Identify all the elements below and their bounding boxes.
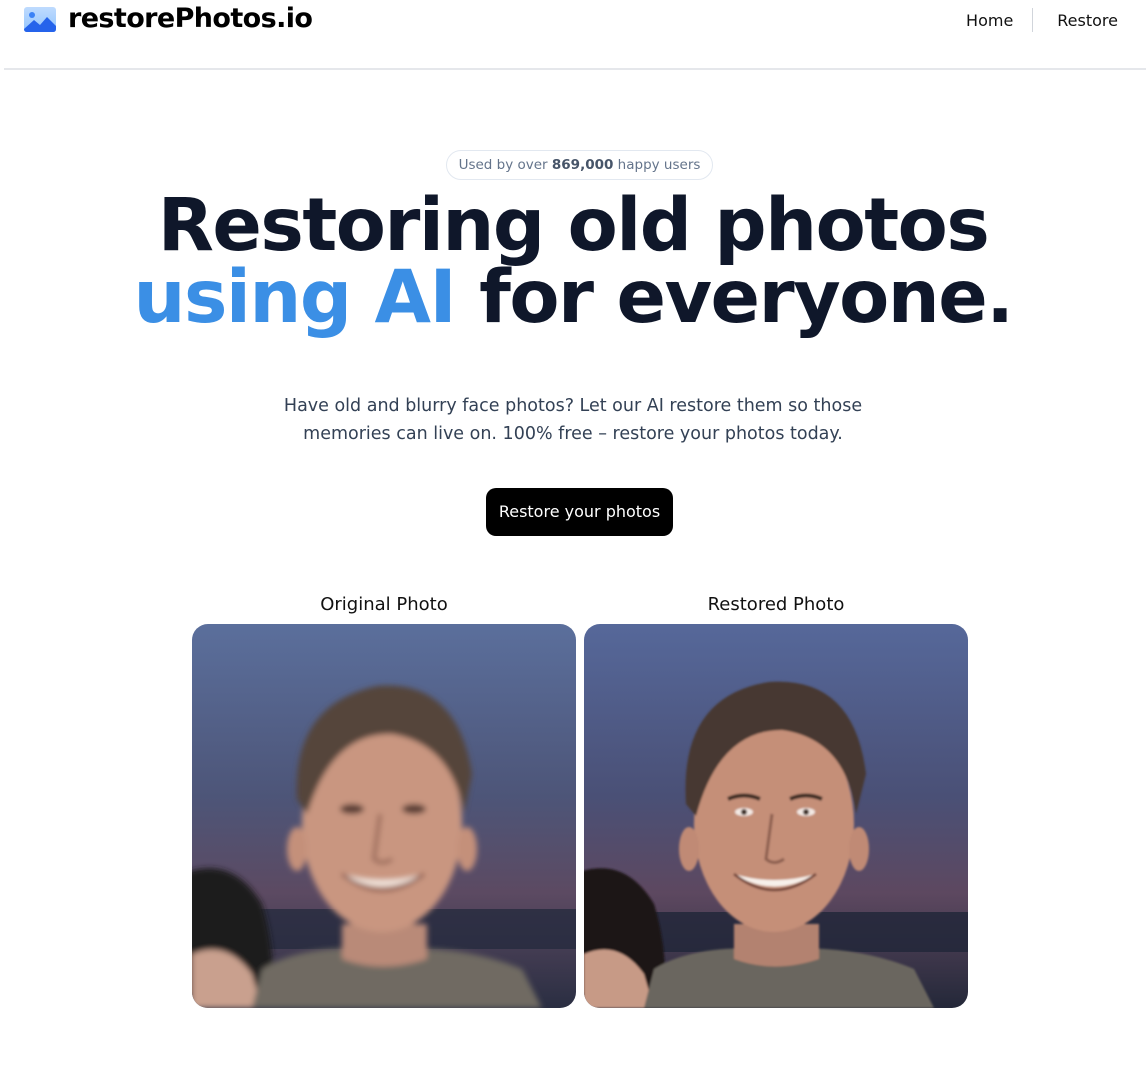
restore-photos-button[interactable]: Restore your photos xyxy=(486,488,673,536)
badge-count: 869,000 xyxy=(551,157,614,173)
image-icon xyxy=(24,6,56,32)
hero-title-rest: for everyone. xyxy=(455,255,1014,340)
logo-text: restorePhotos.io xyxy=(68,3,313,34)
restored-photo-image xyxy=(584,624,968,1008)
hero-title: Restoring old photos using AI for everyo… xyxy=(0,183,1146,342)
restored-photo xyxy=(584,624,968,1008)
original-photo xyxy=(192,624,576,1008)
hero-title-line1: Restoring old photos xyxy=(157,183,990,268)
nav-divider xyxy=(1032,8,1034,32)
hero-title-accent-text: using AI xyxy=(133,255,456,340)
badge-suffix: happy users xyxy=(613,157,701,173)
original-photo-image xyxy=(192,624,576,1008)
hero-subtitle: Have old and blurry face photos? Let our… xyxy=(283,396,863,444)
nav-restore-link[interactable]: Restore xyxy=(1057,11,1118,30)
badge-prefix: Used by over xyxy=(458,157,552,173)
site-header: restorePhotos.io Home Restore xyxy=(4,0,1146,70)
logo-link[interactable]: restorePhotos.io xyxy=(23,3,313,34)
user-count-badge: Used by over 869,000 happy users xyxy=(446,150,713,180)
original-photo-label: Original Photo xyxy=(320,594,448,615)
hero-title-line2: using AI for everyone. xyxy=(0,261,1146,342)
hero-title-accent: using AI xyxy=(131,261,457,342)
nav-home-link[interactable]: Home xyxy=(966,11,1013,30)
top-nav: Home Restore xyxy=(966,8,1118,32)
restored-photo-label: Restored Photo xyxy=(707,594,845,615)
